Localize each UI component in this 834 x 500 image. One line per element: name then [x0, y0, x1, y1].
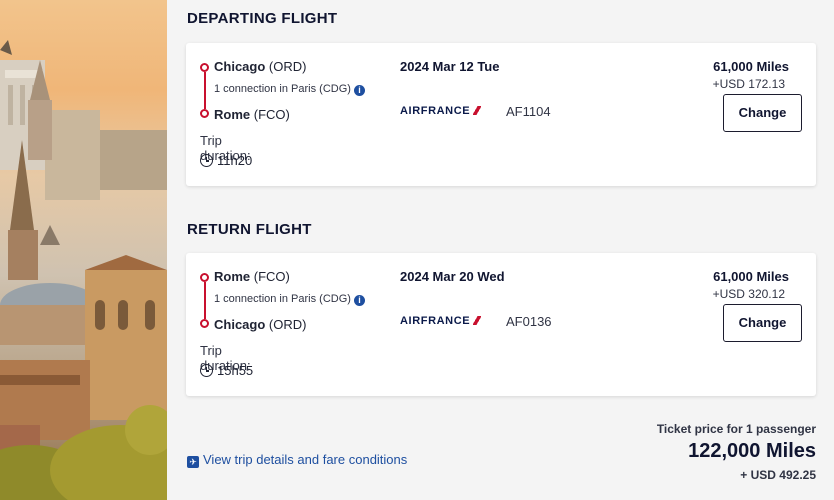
duration-value: 11h20: [217, 153, 253, 168]
origin-code: (ORD): [268, 59, 307, 74]
departing-date: 2024 Mar 12 Tue: [400, 59, 500, 74]
departing-usd: +USD 172.13: [712, 77, 785, 91]
return-usd: +USD 320.12: [712, 287, 785, 301]
route-line: [203, 282, 206, 319]
origin-code: (FCO): [253, 269, 290, 284]
return-flight-card: Rome (FCO) 1 connection in Paris (CDG) i …: [186, 253, 816, 396]
origin-dot-icon: [200, 273, 209, 282]
departing-flight-card: Chicago (ORD) 1 connection in Paris (CDG…: [186, 43, 816, 186]
route-line: [203, 72, 206, 109]
trip-duration: 15h55: [200, 363, 253, 378]
trip-duration: 11h20: [200, 153, 252, 168]
plane-icon: ✈: [187, 456, 199, 468]
destination-city: Rome: [214, 107, 251, 122]
return-heading: RETURN FLIGHT: [187, 221, 312, 238]
return-miles: 61,000 Miles: [713, 269, 789, 284]
airline-name: AIRFRANCE: [400, 105, 471, 117]
change-return-button[interactable]: Change: [723, 304, 802, 342]
view-link-text: View trip details and fare conditions: [203, 452, 408, 467]
origin-city: Rome: [214, 269, 251, 284]
departing-destination: Rome (FCO): [214, 107, 290, 122]
return-connection: 1 connection in Paris (CDG) i: [214, 293, 365, 306]
destination-city: Chicago: [214, 317, 266, 332]
departing-origin: Chicago (ORD): [214, 59, 306, 74]
departing-miles: 61,000 Miles: [713, 59, 789, 74]
origin-city: Chicago: [214, 59, 266, 74]
destination-dot-icon: [200, 319, 209, 328]
departing-heading: DEPARTING FLIGHT: [187, 10, 338, 27]
airline-stripe-icon: [473, 316, 482, 325]
return-destination: Chicago (ORD): [214, 317, 306, 332]
rome-cityscape-image: [0, 0, 167, 500]
flight-number: AF0136: [506, 314, 552, 329]
info-icon[interactable]: i: [353, 295, 365, 306]
clock-icon: [200, 364, 213, 377]
departing-connection: 1 connection in Paris (CDG) i: [214, 83, 365, 96]
airline-stripe-icon: [473, 106, 482, 115]
duration-value: 15h55: [217, 363, 254, 378]
total-usd: + USD 492.25: [740, 468, 816, 482]
return-date: 2024 Mar 20 Wed: [400, 269, 505, 284]
connection-text: 1 connection in Paris (CDG): [214, 83, 351, 95]
change-departing-button[interactable]: Change: [723, 94, 802, 132]
ticket-price-label: Ticket price for 1 passenger: [656, 422, 816, 436]
airline-logo: AIRFRANCE: [400, 315, 482, 327]
view-trip-details-link[interactable]: ✈ View trip details and fare conditions: [187, 452, 407, 468]
destination-dot-icon: [200, 109, 209, 118]
connection-text: 1 connection in Paris (CDG): [214, 293, 351, 305]
airline-name: AIRFRANCE: [400, 315, 471, 327]
origin-dot-icon: [200, 63, 209, 72]
return-origin: Rome (FCO): [214, 269, 290, 284]
trip-summary-panel: DEPARTING FLIGHT Chicago (ORD) 1 connect…: [167, 0, 834, 500]
clock-icon: [200, 154, 213, 167]
airline-logo: AIRFRANCE: [400, 105, 482, 117]
total-miles: 122,000 Miles: [688, 440, 816, 462]
destination-code: (ORD): [268, 317, 307, 332]
destination-code: (FCO): [253, 107, 290, 122]
flight-number: AF1104: [506, 104, 551, 119]
info-icon[interactable]: i: [353, 85, 365, 96]
